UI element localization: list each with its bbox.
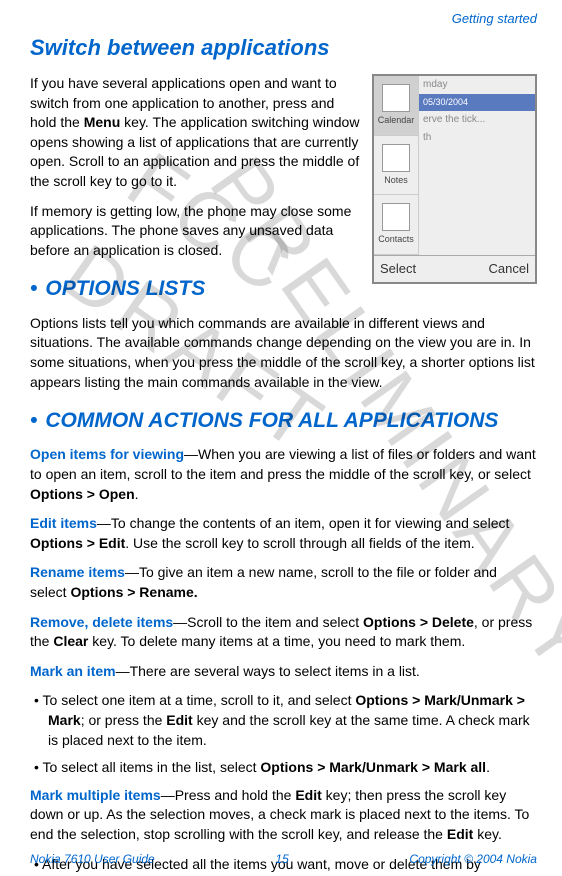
softkey-left: Select — [380, 260, 416, 278]
screenshot-body: Calendar Notes Contacts mday 05/30/2004 … — [374, 76, 535, 255]
list-item: To select all items in the list, select … — [48, 758, 537, 778]
app-icon-calendar: Calendar — [374, 76, 418, 136]
paragraph-rename-items: Rename items—To give an item a new name,… — [30, 563, 537, 602]
note-text2: th — [419, 129, 535, 147]
contacts-icon — [382, 203, 410, 231]
section-header: Getting started — [30, 10, 537, 28]
bold: Options > Rename. — [70, 584, 197, 600]
heading-text: OPTIONS LISTS — [45, 274, 205, 303]
text: . — [486, 759, 490, 775]
icon-label: Notes — [384, 174, 408, 187]
bold: Options > Open — [30, 486, 135, 502]
notes-icon — [382, 144, 410, 172]
action-label: Edit items — [30, 515, 97, 531]
text: —Scroll to the item and select — [173, 614, 363, 630]
icon-label: Contacts — [378, 233, 414, 246]
app-icon-notes: Notes — [374, 136, 418, 196]
paragraph-remove-items: Remove, delete items—Scroll to the item … — [30, 613, 537, 652]
day-label: mday — [419, 76, 535, 94]
footer-left: Nokia 7610 User Guide — [30, 851, 155, 868]
text: To select one item at a time, scroll to … — [43, 692, 356, 708]
text: key. To delete many items at a time, you… — [88, 633, 465, 649]
bold: Options > Mark/Unmark > Mark all — [260, 759, 486, 775]
heading-switch-apps: Switch between applications — [30, 33, 537, 64]
action-label: Mark an item — [30, 663, 116, 679]
screenshot-right-pane: mday 05/30/2004 erve the tick... th — [419, 76, 535, 255]
phone-screenshot: Calendar Notes Contacts mday 05/30/2004 … — [372, 74, 537, 284]
heading-common-actions: • COMMON ACTIONS FOR ALL APPLICATIONS — [30, 406, 537, 435]
text: key. — [473, 826, 502, 842]
text: . Use the scroll key to scroll through a… — [125, 535, 474, 551]
bold: Options > Delete — [363, 614, 474, 630]
date-bar: 05/30/2004 — [419, 94, 535, 111]
text: . — [135, 486, 139, 502]
softkey-bar: Select Cancel — [374, 255, 535, 282]
calendar-icon — [382, 84, 410, 112]
bold: Edit — [166, 712, 192, 728]
text: ; or press the — [81, 712, 167, 728]
bullet: • — [30, 274, 37, 303]
icon-label: Calendar — [378, 114, 415, 127]
text: —Press and hold the — [161, 787, 296, 803]
text: To select all items in the list, select — [43, 759, 261, 775]
bold: Clear — [53, 633, 88, 649]
bold-menu: Menu — [84, 114, 121, 130]
heading-text: COMMON ACTIONS FOR ALL APPLICATIONS — [45, 406, 498, 435]
icon-column: Calendar Notes Contacts — [374, 76, 419, 255]
softkey-right: Cancel — [489, 260, 529, 278]
list-mark-methods: To select one item at a time, scroll to … — [30, 691, 537, 777]
paragraph-mark-item: Mark an item—There are several ways to s… — [30, 662, 537, 682]
bold: Edit — [295, 787, 321, 803]
note-text: erve the tick... — [419, 111, 535, 129]
text: —To change the contents of an item, open… — [97, 515, 509, 531]
text: —There are several ways to select items … — [116, 663, 420, 679]
page-number: 15 — [275, 851, 288, 868]
action-label: Rename items — [30, 564, 125, 580]
paragraph-edit-items: Edit items—To change the contents of an … — [30, 514, 537, 553]
page-footer: Nokia 7610 User Guide 15 Copyright © 200… — [30, 851, 537, 868]
bold: Edit — [447, 826, 473, 842]
footer-right: Copyright © 2004 Nokia — [409, 851, 537, 868]
bold: Options > Edit — [30, 535, 125, 551]
bullet: • — [30, 406, 37, 435]
list-item: To select one item at a time, scroll to … — [48, 691, 537, 750]
action-label: Open items for viewing — [30, 446, 184, 462]
paragraph-open-items: Open items for viewing—When you are view… — [30, 445, 537, 504]
paragraph-mark-multiple: Mark multiple items—Press and hold the E… — [30, 786, 537, 845]
action-label: Remove, delete items — [30, 614, 173, 630]
app-icon-contacts: Contacts — [374, 195, 418, 255]
heading-options-lists: • OPTIONS LISTS — [30, 274, 362, 303]
action-label: Mark multiple items — [30, 787, 161, 803]
paragraph-options-lists: Options lists tell you which commands ar… — [30, 314, 537, 392]
